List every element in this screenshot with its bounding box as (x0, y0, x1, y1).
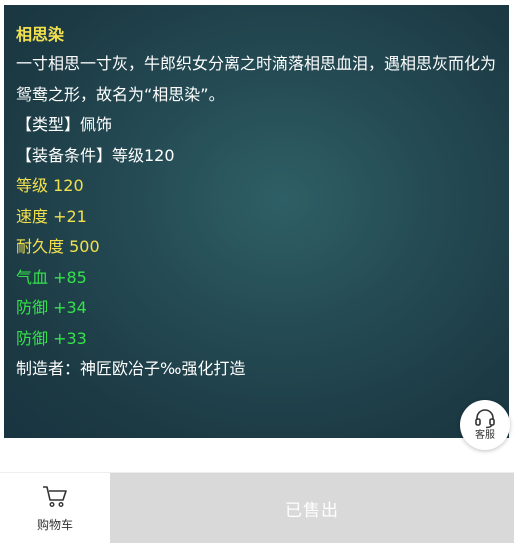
stat-speed: 速度 +21 (16, 206, 87, 226)
page-root: 相思染 一寸相思一寸灰，牛郎织女分离之时滴落相思血泪，遇相思灰而化为鸳鸯之形，故… (0, 0, 514, 543)
item-detail-panel: 相思染 一寸相思一寸灰，牛郎织女分离之时滴落相思血泪，遇相思灰而化为鸳鸯之形，故… (4, 5, 509, 438)
sold-out-button[interactable]: 已售出 (110, 473, 514, 543)
stat-durability: 耐久度 500 (16, 237, 100, 256)
stat-defense-1: 防御 +34 (16, 298, 87, 317)
stat-hp: 气血 +85 (16, 267, 87, 287)
stat-level: 等级 120 (16, 176, 84, 195)
shopping-cart-icon (42, 484, 68, 512)
shopping-cart-label: 购物车 (36, 518, 73, 532)
item-maker: 制造者：神匠欧冶子‰强化打造 (16, 359, 246, 378)
item-requirement: 【装备条件】等级120 (16, 145, 175, 165)
item-description: 一寸相思一寸灰，牛郎织女分离之时滴落相思血泪，遇相思灰而化为鸳鸯之形，故名为“相… (16, 54, 497, 104)
shopping-cart-button[interactable]: 购物车 (0, 473, 110, 543)
item-type: 【类型】佩饰 (16, 115, 113, 134)
item-name: 相思染 (16, 25, 65, 44)
bottom-action-bar: 购物车 已售出 (0, 472, 514, 543)
customer-service-button[interactable]: 客服 (460, 400, 510, 450)
stat-defense-2: 防御 +33 (16, 328, 87, 348)
customer-service-label: 客服 (475, 429, 495, 441)
headset-icon (474, 408, 496, 429)
